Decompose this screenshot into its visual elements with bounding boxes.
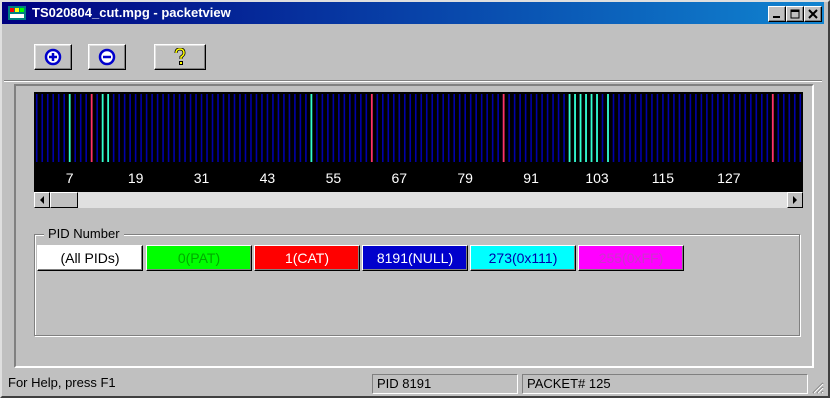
status-help: For Help, press F1 bbox=[8, 375, 116, 390]
zoom-out-icon bbox=[98, 48, 116, 66]
packet-axis: 7 19 31 43 55 67 79 91 103 115 127 bbox=[34, 164, 803, 192]
maximize-icon bbox=[790, 9, 800, 19]
scroll-thumb[interactable] bbox=[50, 192, 78, 208]
toolbar-separator bbox=[4, 80, 822, 82]
packet-strip[interactable] bbox=[34, 92, 803, 164]
title-bar[interactable]: TS020804_cut.mpg - packetview bbox=[2, 2, 824, 24]
horizontal-scrollbar[interactable] bbox=[34, 192, 803, 208]
pid-button-label: 1(CAT) bbox=[284, 250, 330, 266]
axis-tick-label: 55 bbox=[325, 170, 342, 186]
axis-tick-label: 67 bbox=[391, 170, 408, 186]
axis-tick-label: 7 bbox=[65, 170, 74, 186]
pid-button-label: 255(0xFF) bbox=[598, 250, 664, 266]
close-icon bbox=[808, 9, 818, 19]
pid-button-label: 8191(NULL) bbox=[376, 250, 454, 266]
zoom-out-button[interactable] bbox=[88, 44, 126, 70]
zoom-in-icon bbox=[44, 48, 62, 66]
app-icon bbox=[8, 6, 26, 20]
axis-tick-label: 79 bbox=[457, 170, 473, 186]
status-bar: For Help, press F1 PID 8191 PACKET# 125 bbox=[4, 374, 826, 396]
pid-button-label: 0(PAT) bbox=[177, 250, 221, 266]
packet-strip-graph bbox=[35, 94, 802, 162]
arrow-left-icon bbox=[40, 196, 44, 204]
pid-button-pat[interactable]: 0(PAT) bbox=[146, 245, 252, 271]
pid-button-label: 273(0x111) bbox=[488, 250, 558, 266]
window-title: TS020804_cut.mpg - packetview bbox=[32, 5, 231, 20]
pid-button-cat[interactable]: 1(CAT) bbox=[254, 245, 360, 271]
scroll-right-button[interactable] bbox=[787, 192, 803, 208]
pid-button-273[interactable]: 273(0x111) bbox=[470, 245, 576, 271]
close-button[interactable] bbox=[804, 6, 822, 22]
axis-tick-label: 103 bbox=[585, 170, 609, 186]
help-icon bbox=[174, 48, 186, 65]
pid-button-label: (All PIDs) bbox=[60, 250, 120, 266]
axis-tick-label: 19 bbox=[127, 170, 144, 186]
axis-tick-label: 127 bbox=[717, 170, 741, 186]
zoom-in-button[interactable] bbox=[34, 44, 72, 70]
pid-button-255[interactable]: 255(0xFF) bbox=[578, 245, 684, 271]
axis-tick-label: 31 bbox=[193, 170, 210, 186]
toolbar bbox=[4, 28, 824, 72]
status-pid: PID 8191 bbox=[372, 374, 518, 394]
axis-tick-label: 91 bbox=[523, 170, 539, 186]
resize-grip-icon[interactable] bbox=[810, 380, 824, 394]
minimize-button[interactable] bbox=[768, 6, 786, 22]
axis-tick-label: 115 bbox=[651, 170, 675, 186]
pid-group-label: PID Number bbox=[44, 226, 124, 241]
arrow-right-icon bbox=[793, 196, 797, 204]
minimize-icon bbox=[773, 16, 780, 18]
pid-button-all[interactable]: (All PIDs) bbox=[37, 245, 143, 271]
axis-tick-label: 43 bbox=[259, 170, 276, 186]
maximize-button[interactable] bbox=[786, 6, 804, 22]
pid-button-null[interactable]: 8191(NULL) bbox=[362, 245, 468, 271]
scroll-left-button[interactable] bbox=[34, 192, 50, 208]
status-packet: PACKET# 125 bbox=[522, 374, 808, 394]
help-button[interactable] bbox=[154, 44, 206, 70]
